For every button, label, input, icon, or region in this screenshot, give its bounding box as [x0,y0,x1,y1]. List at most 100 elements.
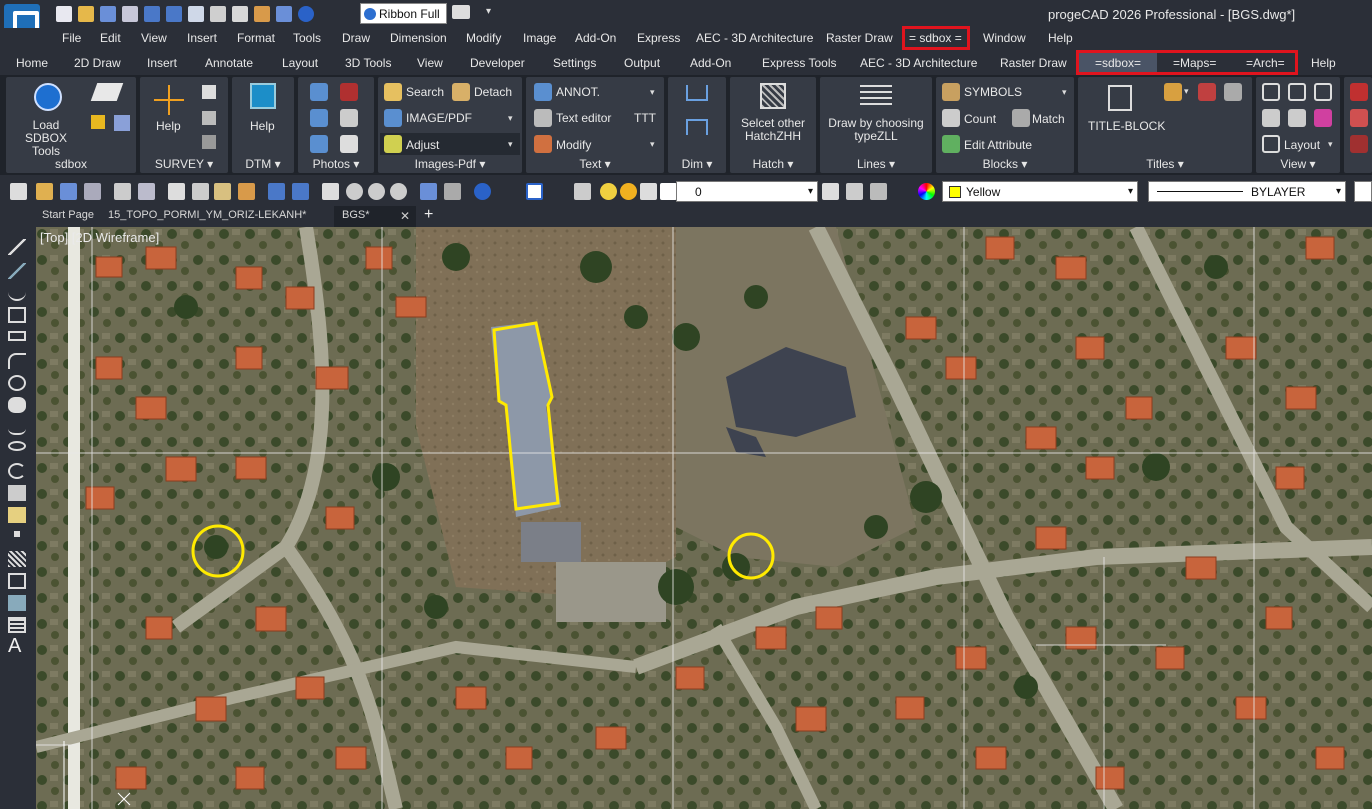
camera-pin-icon[interactable] [310,109,328,127]
tb-sort-icon[interactable] [420,183,437,200]
layer-on-icon[interactable] [600,183,617,200]
layer-select[interactable]: 0 ▾ [676,181,818,202]
layer-freeze-icon[interactable] [620,183,637,200]
text-tool-icon[interactable]: A [8,635,21,658]
undo-icon[interactable] [144,6,160,22]
image-pdf-dropdown-icon[interactable]: ▾ [508,113,513,124]
photo-arrow-icon[interactable] [340,83,358,101]
extra-tool-3-icon[interactable] [1350,135,1368,153]
line-tool-icon[interactable] [8,239,26,255]
menu-format[interactable]: Format [237,31,275,45]
save-icon[interactable] [100,6,116,22]
panel-label-hatch[interactable]: Hatch ▾ [730,157,816,171]
menu-add-on[interactable]: Add-On [575,31,616,45]
circle-tool-icon[interactable] [8,375,26,391]
tb-layer-manager-icon[interactable] [574,183,591,200]
linetype-icon[interactable] [860,85,892,109]
doc-tab-start-page[interactable]: Start Page [38,208,98,222]
load-sdbox-tools-button[interactable]: Load SDBOX Tools [14,119,78,158]
sdbox-tool-icon[interactable] [91,115,105,129]
doc-tab-bgs-active[interactable]: BGS* ✕ [334,206,416,227]
view-two-icon[interactable] [1288,83,1306,101]
layer-color-icon[interactable] [660,183,677,200]
title-block-button[interactable]: TITLE-BLOCK [1088,119,1165,133]
tb-grid-icon[interactable] [444,183,461,200]
menu-draw[interactable]: Draw [342,31,370,45]
save-as-icon[interactable] [122,6,138,22]
tb-print-icon[interactable] [114,183,131,200]
annot-dropdown-icon[interactable]: ▾ [650,87,655,98]
polygon-tool-icon[interactable] [8,307,26,323]
text-modify-button[interactable]: Modify [556,138,591,152]
tb-zoom-extents-icon[interactable] [390,183,407,200]
block-tool-icon[interactable] [8,485,26,501]
tb-copy-icon[interactable] [192,183,209,200]
tab-home[interactable]: Home [16,56,48,70]
color-wheel-icon[interactable] [918,183,935,200]
redo-icon[interactable] [166,6,182,22]
menu-help[interactable]: Help [1048,31,1073,45]
tab-3d-tools[interactable]: 3D Tools [345,56,391,70]
customize-dropdown-icon[interactable]: ▾ [486,6,491,17]
symbols-icon[interactable] [942,83,960,101]
ellipse-arc-tool-icon[interactable] [8,463,26,479]
panel-label-images-pdf[interactable]: Images-Pdf ▾ [378,157,522,171]
panel-label-dtm[interactable]: DTM ▾ [232,157,294,171]
text-modify-icon[interactable] [534,135,552,153]
camera-icon[interactable] [310,83,328,101]
view-orbit-icon[interactable] [1314,109,1332,127]
dim-aligned-icon[interactable] [686,119,708,135]
panel-label-lines[interactable]: Lines ▾ [820,157,932,171]
print-icon[interactable] [210,6,226,22]
ribbon-style-select[interactable]: Ribbon Full [360,3,447,24]
extra-tool-2-icon[interactable] [1350,109,1368,127]
tb-help-icon[interactable] [474,183,491,200]
title-flag-icon[interactable] [1198,83,1216,101]
match-properties-icon[interactable] [254,6,270,22]
tb-redo-icon[interactable] [292,183,309,200]
panel-label-survey[interactable]: SURVEY ▾ [140,157,228,171]
panel-label-sdbox[interactable]: sdbox [6,157,136,171]
panel-label-titles[interactable]: Titles ▾ [1078,157,1252,171]
survey-grid-icon[interactable] [202,111,216,125]
menu-tools[interactable]: Tools [293,31,321,45]
match-icon[interactable] [1012,109,1030,127]
view-pan-icon[interactable] [1288,109,1306,127]
tb-cut-icon[interactable] [168,183,185,200]
close-tab-icon[interactable]: ✕ [400,209,410,223]
tab-raster-draw[interactable]: Raster Draw [1000,56,1067,70]
tb-undo-icon[interactable] [268,183,285,200]
tab-insert[interactable]: Insert [147,56,177,70]
symbols-dropdown-icon[interactable]: ▾ [1062,87,1067,98]
view-single-icon[interactable] [1262,83,1280,101]
tab-aec-3d-architecture[interactable]: AEC - 3D Architecture [860,56,977,70]
tb-save-icon[interactable] [60,183,77,200]
menu-insert[interactable]: Insert [187,31,217,45]
tb-zoom-window-icon[interactable] [368,183,385,200]
panel-label-text[interactable]: Text ▾ [526,157,664,171]
tab-layout[interactable]: Layout [282,56,318,70]
menu-view[interactable]: View [141,31,167,45]
view-three-icon[interactable] [1314,83,1332,101]
tb-zoom-icon[interactable] [346,183,363,200]
tb-preview-icon[interactable] [138,183,155,200]
properties-icon[interactable] [232,6,248,22]
panel-label-photos[interactable]: Photos ▾ [298,157,374,171]
tab-view[interactable]: View [417,56,443,70]
dtm-help-button[interactable]: Help [250,119,275,133]
tb-play-icon[interactable] [526,183,543,200]
color-select[interactable]: Yellow ▾ [942,181,1138,202]
linetype-select[interactable]: BYLAYER ▾ [1148,181,1346,202]
layer-previous-icon[interactable] [846,183,863,200]
print-preview-icon[interactable] [188,6,204,22]
photo-insert-icon[interactable] [340,135,358,153]
play-icon[interactable] [34,83,62,111]
tb-new-icon[interactable] [10,183,27,200]
match-button[interactable]: Match [1032,112,1065,126]
new-file-icon[interactable] [56,6,72,22]
menu-dimension[interactable]: Dimension [390,31,447,45]
sort-icon[interactable] [276,6,292,22]
edit-attribute-icon[interactable] [942,135,960,153]
symbols-button[interactable]: SYMBOLS [964,85,1022,99]
search-image-icon[interactable] [384,83,402,101]
